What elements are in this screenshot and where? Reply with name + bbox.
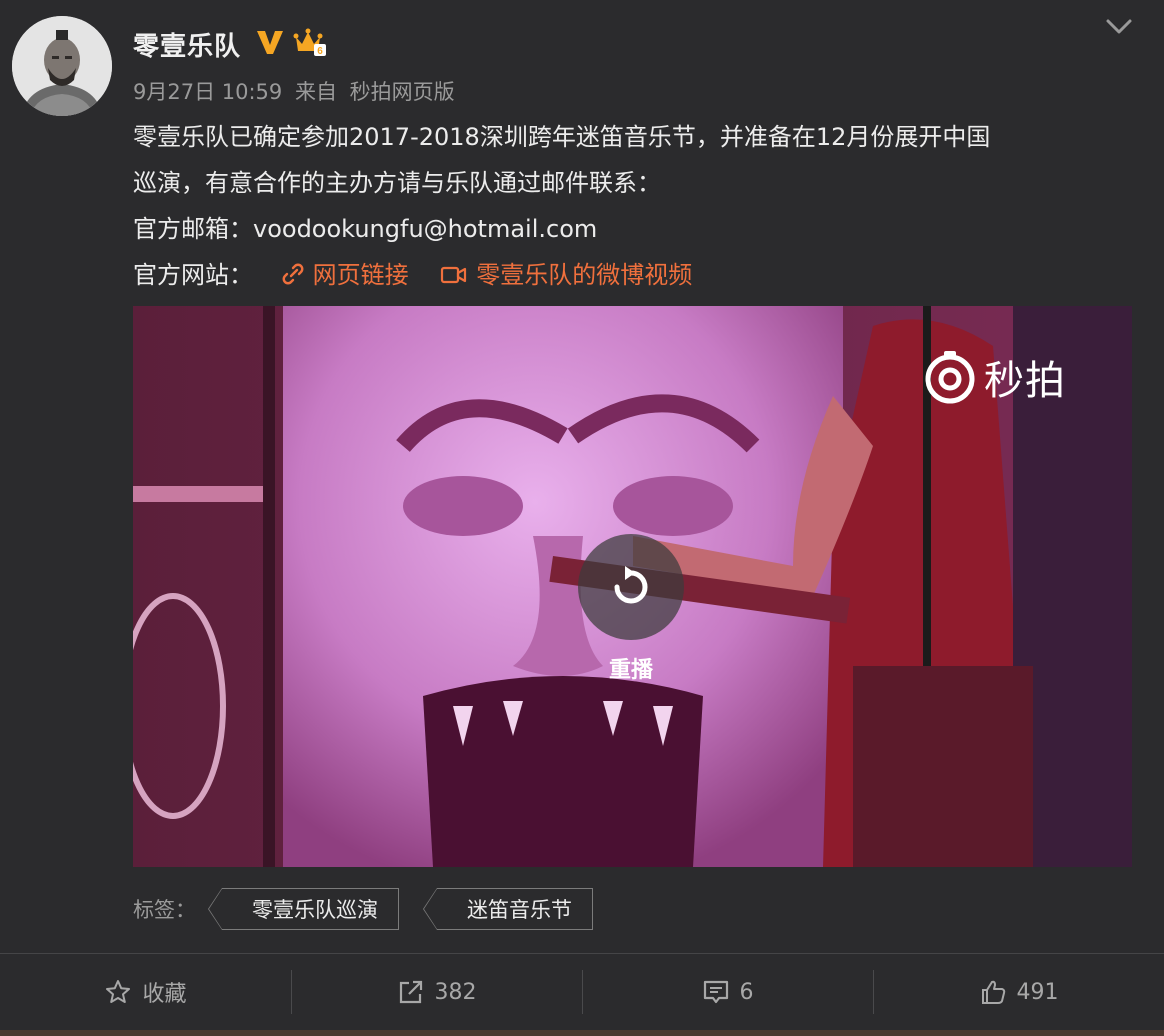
post-text: 零壹乐队已确定参加2017-2018深圳跨年迷笛音乐节，并准备在12月份展开中国… (133, 114, 1133, 298)
website-line: 官方网站： 网页链接 零壹乐队的微博视频 (133, 252, 1133, 298)
post-time[interactable]: 9月27日 10:59 (133, 80, 282, 104)
webpage-link-label: 网页链接 (312, 261, 409, 289)
text-line-1: 零壹乐队已确定参加2017-2018深圳跨年迷笛音乐节，并准备在12月份展开中国 (133, 123, 991, 151)
comment-button[interactable]: 6 (582, 954, 873, 1030)
watermark-text: 秒拍 (984, 358, 1066, 404)
source-prefix: 来自 (294, 80, 337, 104)
replay-label[interactable]: 重播 (578, 652, 684, 684)
like-button[interactable]: 491 (873, 954, 1164, 1030)
replay-button[interactable] (578, 534, 684, 640)
like-count: 491 (1016, 979, 1059, 1005)
svg-text:6: 6 (317, 46, 323, 57)
email-label: 官方邮箱： (133, 215, 253, 243)
miaopai-logo-icon (925, 351, 975, 404)
comment-icon (703, 980, 728, 1004)
action-bar: 收藏 382 6 491 (0, 954, 1164, 1030)
vip-crown-icon[interactable]: 6 (293, 27, 327, 61)
webpage-link[interactable]: 网页链接 (281, 261, 417, 289)
website-label: 官方网站： (133, 261, 253, 289)
link-icon (282, 263, 304, 285)
email-line: 官方邮箱：voodookungfu@hotmail.com (133, 206, 1133, 252)
comment-count: 6 (739, 979, 754, 1005)
tag-item[interactable]: 迷笛音乐节 (423, 888, 593, 930)
replay-icon (614, 566, 648, 604)
miaopai-watermark: 秒拍 (922, 348, 1066, 406)
video-link[interactable]: 零壹乐队的微博视频 (440, 261, 692, 289)
video-link-label: 零壹乐队的微博视频 (476, 261, 693, 289)
tag-item[interactable]: 零壹乐队巡演 (208, 888, 399, 930)
tags-row: 标签： 零壹乐队巡演 迷笛音乐节 (133, 886, 617, 932)
video-camera-icon (441, 266, 467, 284)
chevron-down-icon[interactable] (1104, 14, 1134, 38)
star-icon (106, 980, 131, 1003)
post-meta: 9月27日 10:59 来自 秒拍网页版 (133, 76, 461, 106)
repost-button[interactable]: 382 (291, 954, 582, 1030)
avatar[interactable] (12, 16, 112, 116)
post-source[interactable]: 秒拍网页版 (350, 80, 455, 104)
favorite-label: 收藏 (142, 982, 187, 1007)
author-name[interactable]: 零壹乐队 (133, 26, 241, 63)
next-post-edge (0, 1030, 1164, 1036)
author-row: 零壹乐队 6 (133, 26, 327, 62)
thumbs-up-icon (981, 980, 1005, 1004)
tags-label: 标签： (133, 898, 196, 922)
favorite-button[interactable]: 收藏 (0, 954, 291, 1030)
verified-v-icon (255, 28, 285, 60)
email-address: voodookungfu@hotmail.com (253, 215, 598, 243)
repost-count: 382 (434, 979, 477, 1005)
repost-icon (399, 980, 422, 1004)
text-line-2: 巡演，有意合作的主办方请与乐队通过邮件联系： (133, 169, 661, 197)
